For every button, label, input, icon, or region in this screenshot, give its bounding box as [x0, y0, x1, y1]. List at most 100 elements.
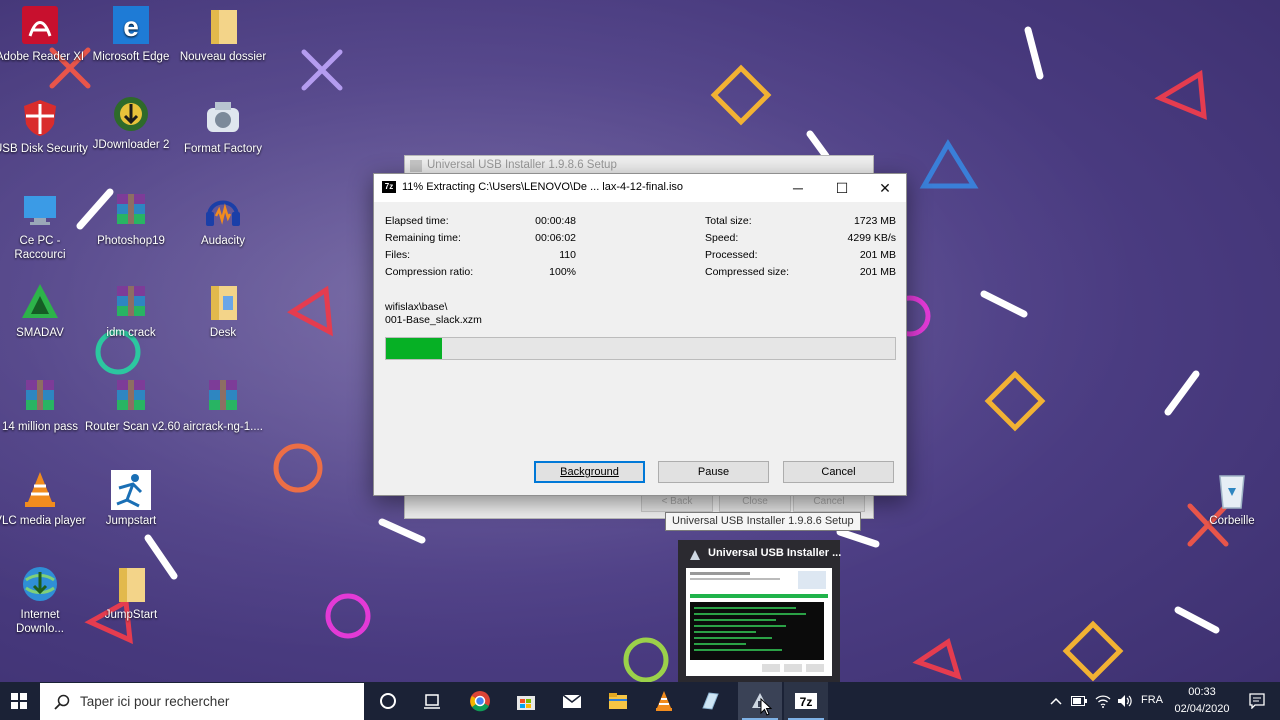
desktop-icon-corbeille[interactable]: Corbeille — [1186, 470, 1278, 528]
clock-time[interactable]: 00:33 — [1170, 686, 1234, 698]
dash-white — [1024, 26, 1044, 80]
winrar-archive-icon — [111, 282, 151, 322]
diamond-yellow — [710, 64, 772, 126]
desktop-icon-audacity[interactable]: Audacity — [177, 190, 269, 248]
file-explorer-icon — [609, 693, 627, 709]
taskbar-file-explorer[interactable] — [596, 682, 640, 720]
usb-installer-title: Universal USB Installer 1.9.8.6 Setup — [427, 159, 617, 171]
desktop-icon-label: Ce PC - — [19, 235, 61, 247]
desktop-icon-label: JumpStart — [104, 609, 158, 621]
desktop-icon-label-line2: Raccourci — [14, 249, 66, 261]
desktop-icon-router-scan[interactable]: Router Scan v2.60 — [85, 376, 180, 434]
battery-indicator[interactable] — [1068, 682, 1090, 720]
desktop-icon-ce-pc[interactable]: Ce PC - Raccourci — [0, 190, 86, 262]
minimize-button[interactable]: ─ — [776, 174, 820, 202]
desktop-icon-vlc[interactable]: VLC media player — [0, 470, 86, 528]
close-button[interactable]: ✕ — [863, 174, 907, 202]
extract-dialog-title: 11% Extracting C:\Users\LENOVO\De ... la… — [402, 181, 684, 193]
taskbar-chrome[interactable] — [458, 682, 502, 720]
7zip-icon: 7z — [382, 181, 396, 193]
format-factory-icon — [203, 98, 243, 138]
search-placeholder: Taper ici pour rechercher — [80, 694, 230, 709]
desktop-icon-label-line2: Downlo... — [16, 623, 64, 635]
adobe-reader-icon — [20, 6, 60, 46]
folder-icon — [203, 6, 243, 46]
extract-dialog[interactable]: 7z 11% Extracting C:\Users\LENOVO\De ...… — [373, 173, 907, 496]
desktop-icon-edge[interactable]: e Microsoft Edge — [85, 6, 177, 64]
desktop-icon-label: Internet — [20, 609, 60, 621]
chevron-up-icon — [1050, 697, 1062, 705]
stat-value: 00:00:48 — [535, 215, 576, 227]
stat-label: Files: — [385, 249, 411, 261]
taskbar-mail[interactable] — [550, 682, 594, 720]
desktop-icon-photoshop[interactable]: Photoshop19 — [85, 190, 177, 248]
desktop-icon-jumpstart[interactable]: Jumpstart — [85, 470, 177, 528]
desktop-icon-desk[interactable]: Desk — [177, 282, 269, 340]
desktop-icon-label: Adobe Reader XI — [0, 51, 85, 63]
stat-label: Compression ratio: — [385, 266, 474, 278]
folder-icon — [203, 282, 243, 322]
extract-dialog-titlebar: 7z 11% Extracting C:\Users\LENOVO\De ...… — [374, 174, 906, 202]
desktop-icon-usb-disk-security[interactable]: USB Disk Security — [0, 98, 88, 156]
taskbar-search-box[interactable]: Taper ici pour rechercher — [40, 683, 364, 720]
desktop-icon-14-million-pass[interactable]: 14 million pass — [0, 376, 86, 434]
desktop-icon-internet-download[interactable]: Internet Downlo... — [0, 564, 86, 636]
desktop-icon-aircrack[interactable]: aircrack-ng-1.... — [177, 376, 269, 434]
notification-icon — [1249, 693, 1265, 709]
start-button[interactable] — [0, 682, 38, 720]
folder-icon — [111, 564, 151, 604]
action-center-button[interactable] — [1240, 682, 1274, 720]
taskbar-app[interactable] — [688, 682, 732, 720]
taskbar-usb-installer[interactable] — [738, 682, 782, 720]
stat-label: Compressed size: — [705, 266, 790, 278]
desktop-icon-idm-crack[interactable]: idm crack — [85, 282, 177, 340]
cortana-button[interactable] — [366, 682, 410, 720]
maximize-button[interactable]: ☐ — [820, 174, 864, 202]
task-view-button[interactable] — [410, 682, 454, 720]
thumbnail-window-image — [686, 568, 832, 676]
desktop-icon-label: aircrack-ng-1.... — [183, 421, 263, 433]
stat-value: 4299 KB/s — [847, 232, 896, 244]
clock-date[interactable]: 02/04/2020 — [1170, 703, 1234, 715]
desktop-icon-label: Corbeille — [1209, 515, 1255, 527]
desktop-icon-label: Microsoft Edge — [92, 51, 170, 63]
show-hidden-icons-button[interactable] — [1046, 682, 1066, 720]
network-indicator[interactable] — [1092, 682, 1114, 720]
store-icon — [517, 696, 535, 710]
stat-value: 201 MB — [859, 249, 896, 261]
desktop-icon-format-factory[interactable]: Format Factory — [177, 98, 269, 156]
7zip-icon: 7z — [795, 693, 817, 709]
pause-button[interactable]: Pause — [658, 461, 769, 483]
svg-text:7z: 7z — [800, 695, 813, 709]
svg-text:e: e — [123, 11, 139, 42]
mail-icon — [562, 694, 582, 708]
desktop-icon-jumpstart-folder[interactable]: JumpStart — [85, 564, 177, 622]
cancel-button[interactable]: Cancel — [783, 461, 894, 483]
jumpstart-icon — [111, 470, 151, 510]
vlc-cone-icon — [656, 691, 672, 711]
volume-indicator[interactable] — [1114, 682, 1136, 720]
stat-value: 100% — [549, 266, 576, 278]
winrar-archive-icon — [203, 376, 243, 416]
search-icon — [54, 694, 70, 710]
taskbar-store[interactable] — [504, 682, 548, 720]
desktop-icon-smadav[interactable]: SMADAV — [0, 282, 86, 340]
stat-value: 00:06:02 — [535, 232, 576, 244]
taskbar-thumbnail-preview[interactable]: Universal USB Installer ... — [678, 540, 841, 682]
triangle-red — [1154, 69, 1207, 120]
input-language[interactable]: FRA — [1138, 694, 1166, 706]
app-icon — [702, 692, 719, 710]
stat-label: Processed: — [705, 249, 758, 261]
winrar-archive-icon — [20, 376, 60, 416]
taskbar-vlc[interactable] — [642, 682, 686, 720]
stat-value: 201 MB — [859, 266, 896, 278]
smadav-icon — [20, 282, 60, 322]
usb-installer-icon — [752, 693, 768, 708]
desktop-icon-jdownloader[interactable]: JDownloader 2 — [85, 94, 177, 152]
desktop-icon-adobe-reader[interactable]: Adobe Reader XI — [0, 6, 86, 64]
desktop-icon-nouveau-dossier[interactable]: Nouveau dossier — [177, 6, 269, 64]
desktop-icon-label: 14 million pass — [1, 421, 79, 433]
background-button[interactable]: Background — [534, 461, 645, 483]
taskbar-7zip[interactable]: 7z — [784, 682, 828, 720]
stat-value: 110 — [559, 249, 576, 261]
